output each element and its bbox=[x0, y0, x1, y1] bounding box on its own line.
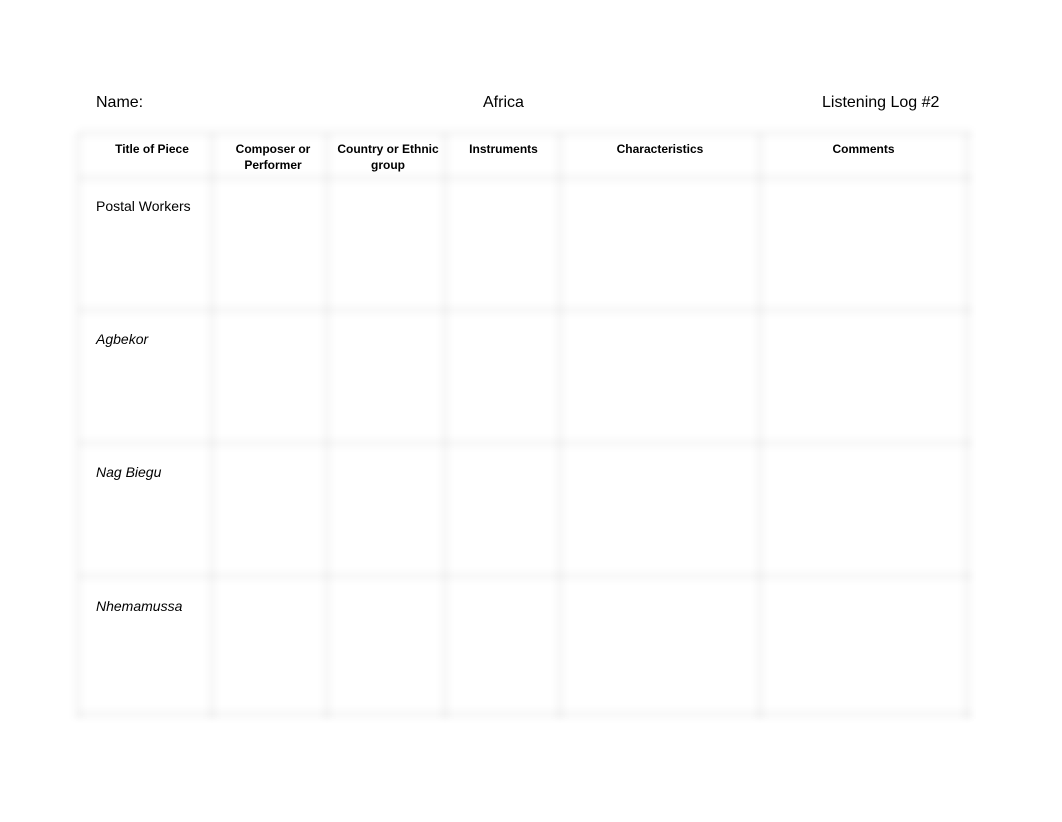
table-border bbox=[962, 133, 972, 719]
row-title-postal-workers: Postal Workers bbox=[96, 198, 191, 214]
column-divider bbox=[755, 133, 765, 719]
table-border bbox=[73, 133, 83, 719]
row-divider bbox=[78, 305, 972, 315]
row-title-nhemamussa: Nhemamussa bbox=[96, 598, 183, 614]
listening-log-table bbox=[78, 133, 972, 719]
column-header-country: Country or Ethnic group bbox=[337, 142, 439, 172]
row-title-agbekor: Agbekor bbox=[96, 331, 149, 347]
row-divider bbox=[78, 571, 972, 581]
table-border bbox=[78, 128, 972, 138]
column-header-title: Title of Piece bbox=[115, 142, 189, 156]
column-divider bbox=[555, 133, 565, 719]
column-header-comments: Comments bbox=[832, 142, 895, 156]
column-header-composer: Composer or Performer bbox=[235, 142, 311, 172]
column-header-characteristics: Characteristics bbox=[616, 142, 704, 156]
name-label: Name: bbox=[96, 94, 144, 111]
table-border bbox=[78, 709, 972, 719]
row-divider bbox=[78, 173, 972, 183]
row-divider bbox=[78, 438, 972, 448]
row-title-nag-biegu: Nag Biegu bbox=[96, 464, 162, 480]
column-divider bbox=[207, 133, 217, 719]
log-title: Listening Log #2 bbox=[822, 94, 940, 111]
column-divider bbox=[440, 133, 450, 719]
column-divider bbox=[322, 133, 332, 719]
region-title: Africa bbox=[483, 94, 524, 111]
column-header-instruments: Instruments bbox=[469, 142, 538, 156]
